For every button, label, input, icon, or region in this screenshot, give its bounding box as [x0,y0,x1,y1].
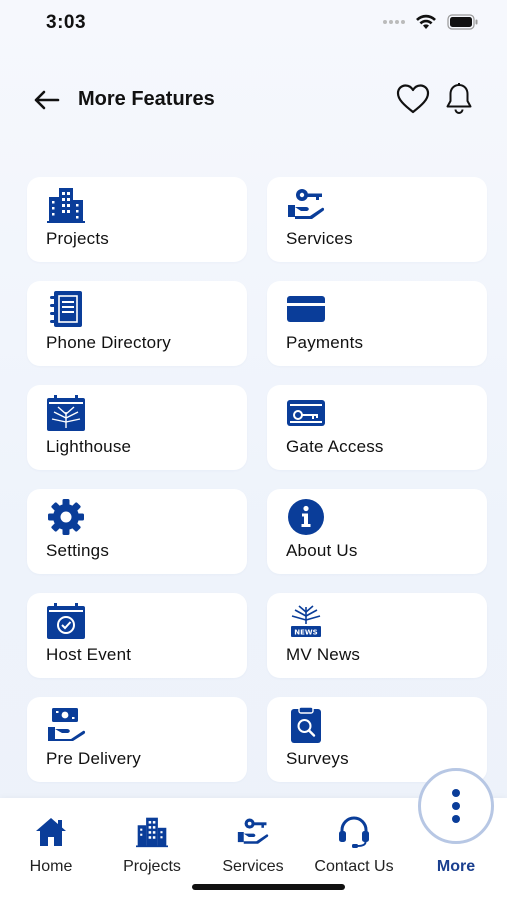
feature-label: Surveys [286,749,349,768]
feature-label: Lighthouse [46,437,132,456]
nav-item-projects[interactable]: Projects [102,816,202,876]
feature-label: Phone Directory [46,333,171,352]
notifications-button[interactable] [440,80,478,118]
nav-label: Projects [123,858,181,875]
feature-card-settings[interactable]: Settings [27,489,247,574]
feature-label: Projects [46,229,110,248]
feature-card-services[interactable]: Services [267,177,487,262]
page-title: More Features [78,88,215,110]
feature-grid: Projects Services Phone Directory Paymen… [27,177,487,782]
wifi-icon [416,14,436,29]
clipboard-search-icon [291,706,321,743]
nav-label: Services [222,858,284,875]
lighthouse-calendar-icon [47,395,85,431]
feature-label: Pre Delivery [46,749,141,768]
status-icons [383,14,479,30]
feature-card-lighthouse[interactable]: Lighthouse [27,385,247,470]
app-screen: 3:03 More Features Projects Services Pho… [0,0,507,900]
feature-card-projects[interactable]: Projects [27,177,247,262]
buildings-icon [47,188,85,223]
heart-icon [396,84,430,114]
arrow-left-icon [34,90,60,110]
credit-card-icon [287,296,325,322]
header: More Features [0,78,507,122]
nav-item-services[interactable]: Services [203,816,303,876]
buildings-icon [136,817,168,848]
feature-card-about-us[interactable]: About Us [267,489,487,574]
money-hand-icon [48,708,86,741]
home-indicator [192,884,345,890]
nav-label: Home [29,858,73,875]
feature-card-mv-news[interactable]: NEWS MV News [267,593,487,678]
key-hand-icon [288,189,325,219]
nav-label: More [436,858,476,875]
feature-label: About Us [286,541,358,560]
battery-icon [447,14,478,30]
feature-label: Host Event [46,645,132,664]
nav-label: Contact Us [314,858,394,875]
cellular-signal-icon [383,19,405,25]
feature-label: Settings [46,541,110,560]
key-hand-icon [237,818,269,844]
feature-label: MV News [286,645,361,664]
status-time: 3:03 [46,12,87,33]
status-bar: 3:03 [0,0,507,50]
news-icon: NEWS [291,605,321,637]
back-button[interactable] [30,84,62,116]
svg-text:NEWS: NEWS [294,629,317,637]
more-fab-button[interactable] [418,768,494,844]
feature-card-phone-directory[interactable]: Phone Directory [27,281,247,366]
bell-icon [446,83,472,114]
headset-icon [339,816,369,848]
feature-card-gate-access[interactable]: Gate Access [267,385,487,470]
gear-icon [48,499,84,535]
feature-card-pre-delivery[interactable]: Pre Delivery [27,697,247,782]
feature-card-payments[interactable]: Payments [267,281,487,366]
feature-label: Payments [286,333,364,352]
feature-label: Services [286,229,353,248]
nav-item-contact-us[interactable]: Contact Us [304,816,404,876]
feature-label: Gate Access [286,437,384,456]
feature-card-host-event[interactable]: Host Event [27,593,247,678]
nav-item-home[interactable]: Home [1,816,101,876]
access-card-icon [287,400,325,426]
home-icon [36,818,66,846]
event-calendar-icon [47,603,85,639]
notebook-icon [50,291,82,327]
more-vertical-icon [452,789,460,823]
favorites-button[interactable] [394,80,432,118]
info-icon [288,499,324,535]
